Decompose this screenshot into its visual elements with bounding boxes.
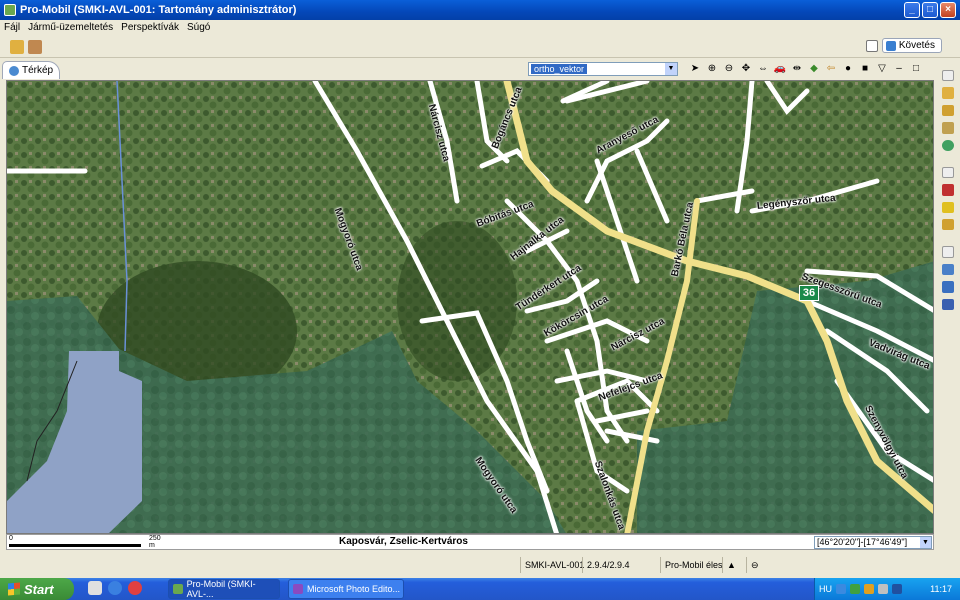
side-toolbar <box>940 70 956 310</box>
map-status-bar: 0 250 m Kaposvár, Zselic-Kertváros [46°2… <box>6 534 934 550</box>
stop-icon[interactable]: ■ <box>858 62 872 76</box>
version: 2.9.4/2.9.4 <box>582 557 630 573</box>
window-title: Pro-Mobil (SMKI-AVL-001: Tartomány admin… <box>20 4 297 16</box>
scale-zero: 0 <box>9 535 13 542</box>
tray-icon-security[interactable] <box>892 584 902 594</box>
start-label: Start <box>24 581 54 597</box>
zoom-out-icon[interactable]: ⊖ <box>722 62 736 76</box>
wand-icon[interactable] <box>942 87 954 99</box>
ie-icon[interactable] <box>108 581 122 595</box>
perspective-switcher: Követés <box>865 38 942 53</box>
coordinates-value: [46°20'20"]-[17°46'49"] <box>817 537 908 547</box>
warning-icon[interactable] <box>942 201 954 214</box>
perspective-tracking-button[interactable]: Követés <box>881 38 942 53</box>
view-menu-icon[interactable]: ▽ <box>875 62 889 76</box>
list-icon[interactable] <box>942 263 954 276</box>
layer-select[interactable]: ortho_vektor ▼ <box>528 62 678 76</box>
taskbar: Start Pro-Mobil (SMKI-AVL-... Microsoft … <box>0 578 960 600</box>
app-icon <box>173 584 183 594</box>
chevron-down-icon[interactable]: ▼ <box>920 537 931 548</box>
scale-label: 250 m <box>149 535 161 549</box>
pan-icon[interactable]: ✥ <box>739 62 753 76</box>
zoom-in-icon[interactable]: ⊕ <box>705 62 719 76</box>
restore-icon[interactable] <box>942 70 954 82</box>
close-button[interactable]: × <box>940 2 956 18</box>
start-button[interactable]: Start <box>0 578 74 600</box>
stop-status-icon[interactable]: ⊖ <box>746 557 766 573</box>
app-icon <box>4 4 16 16</box>
task-label: Microsoft Photo Edito... <box>307 584 401 594</box>
menu-perspectives[interactable]: Perspektívák <box>121 22 179 33</box>
main-toolbar <box>0 36 960 58</box>
task-pro-mobil[interactable]: Pro-Mobil (SMKI-AVL-... <box>168 579 280 599</box>
task-label: Pro-Mobil (SMKI-AVL-... <box>186 579 256 599</box>
tray-icon-volume[interactable] <box>878 584 888 594</box>
route-shield: 36 <box>799 285 819 301</box>
tab-map-label: Térkép <box>22 65 54 76</box>
view-minimize-icon[interactable]: – <box>892 62 906 76</box>
open-perspective-icon[interactable] <box>865 39 878 52</box>
browser-icon[interactable] <box>128 581 142 595</box>
restore-icon[interactable] <box>942 166 954 179</box>
windows-logo-icon <box>8 582 20 596</box>
table-icon[interactable] <box>942 281 954 293</box>
clock[interactable]: 11:17 <box>930 584 952 594</box>
view-maximize-icon[interactable]: □ <box>909 62 923 76</box>
warning-status-icon[interactable]: ▲ <box>722 557 742 573</box>
tray-icon-network[interactable] <box>836 584 846 594</box>
record-icon[interactable]: ● <box>841 62 855 76</box>
layer-select-value: ortho_vektor <box>531 64 588 74</box>
measure-icon[interactable]: ⇹ <box>790 62 804 76</box>
scale-bar: 0 250 m <box>9 535 161 549</box>
menu-help[interactable]: Súgó <box>187 22 210 33</box>
vehicle-icon[interactable]: 🚗 <box>773 62 787 76</box>
window-titlebar[interactable]: Pro-Mobil (SMKI-AVL-001: Tartomány admin… <box>0 0 960 20</box>
globe-icon[interactable] <box>942 139 954 151</box>
minimize-button[interactable]: _ <box>904 2 920 18</box>
mode: Pro-Mobil éles <box>660 557 723 573</box>
scale-line <box>9 544 141 547</box>
perspective-label: Követés <box>898 40 935 51</box>
map-canvas[interactable]: Mogyoró utca Nárcisz utca Bogáncs utca A… <box>6 80 934 534</box>
system-tray: HU 11:17 <box>814 578 960 600</box>
app-status-bar: SMKI-AVL-001 2.9.4/2.9.4 Pro-Mobil éles … <box>0 554 960 576</box>
maximize-button[interactable]: □ <box>922 2 938 18</box>
pointer-icon[interactable]: ➤ <box>688 62 702 76</box>
photo-editor-icon <box>293 584 303 594</box>
vehicle-id: SMKI-AVL-001 <box>520 557 584 573</box>
menu-vehicle-operation[interactable]: Jármű-üzemeltetés <box>28 22 113 33</box>
chevron-down-icon[interactable]: ▼ <box>665 63 677 75</box>
map-image <box>7 81 933 533</box>
wand-alt-icon[interactable] <box>942 104 954 117</box>
tray-icon-app[interactable] <box>850 584 860 594</box>
alarm-icon[interactable] <box>942 184 954 196</box>
menu-file[interactable]: Fájl <box>4 22 20 33</box>
desktop-icon[interactable] <box>88 581 102 595</box>
wand-icon[interactable] <box>942 219 954 231</box>
tracking-icon <box>885 40 896 51</box>
zoom-extent-icon[interactable]: ⇔ <box>756 62 770 76</box>
globe-icon <box>9 65 19 76</box>
task-photo-editor[interactable]: Microsoft Photo Edito... <box>288 579 404 599</box>
map-toolbar: ➤ ⊕ ⊖ ✥ ⇔ 🚗 ⇹ ◆ ⇦ ● ■ ▽ – □ <box>688 62 923 76</box>
restore-icon[interactable] <box>942 246 954 258</box>
settings-icon[interactable] <box>28 39 42 54</box>
tab-map[interactable]: Térkép <box>2 61 60 79</box>
edit-icon[interactable] <box>942 122 954 134</box>
menu-bar: Fájl Jármű-üzemeltetés Perspektívák Súgó <box>0 20 960 34</box>
coordinates-select[interactable]: [46°20'20"]-[17°46'49"] ▼ <box>814 536 932 549</box>
language-indicator[interactable]: HU <box>819 584 832 594</box>
report-icon[interactable] <box>942 298 954 310</box>
layers-icon[interactable]: ◆ <box>807 62 821 76</box>
wand-icon[interactable] <box>10 39 24 54</box>
back-icon[interactable]: ⇦ <box>824 62 838 76</box>
location-label: Kaposvár, Zselic-Kertváros <box>339 536 468 547</box>
quick-launch <box>88 581 142 595</box>
map-view-header: Térkép ortho_vektor ▼ ➤ ⊕ ⊖ ✥ ⇔ 🚗 ⇹ ◆ ⇦ … <box>0 60 936 80</box>
tray-icon-alert[interactable] <box>864 584 874 594</box>
